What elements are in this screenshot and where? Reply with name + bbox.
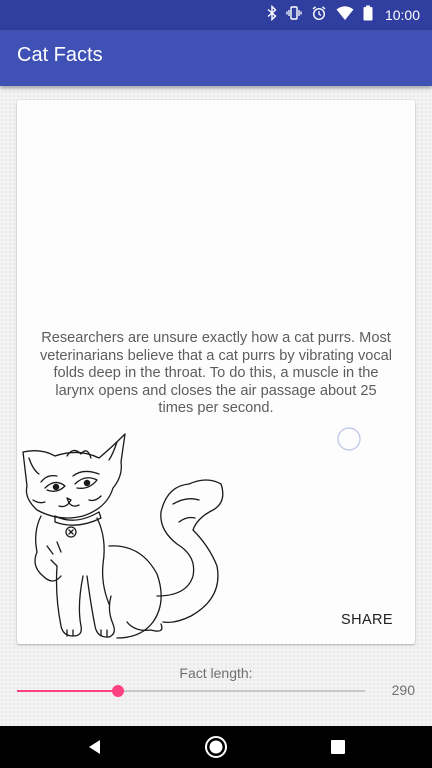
status-bar: 10:00 xyxy=(0,0,432,30)
vibrate-icon xyxy=(286,5,302,25)
bluetooth-icon xyxy=(267,4,277,25)
back-icon[interactable] xyxy=(65,726,125,768)
slider-fill xyxy=(17,690,118,692)
slider-thumb[interactable] xyxy=(111,685,124,697)
app-title: Cat Facts xyxy=(17,44,103,66)
navigation-bar xyxy=(0,726,432,768)
loading-indicator-icon xyxy=(337,427,361,451)
alarm-icon xyxy=(311,5,327,25)
status-time: 10:00 xyxy=(384,7,420,23)
battery-icon xyxy=(363,5,373,25)
recents-icon[interactable] xyxy=(308,726,368,768)
cat-illustration xyxy=(22,433,224,639)
content-area: Researchers are unsure exactly how a cat… xyxy=(0,86,432,726)
home-icon[interactable] xyxy=(186,726,246,768)
fact-card: Researchers are unsure exactly how a cat… xyxy=(17,100,415,644)
fact-text: Researchers are unsure exactly how a cat… xyxy=(39,330,393,417)
share-button[interactable]: SHARE xyxy=(333,606,401,634)
status-icons: 10:00 xyxy=(267,0,420,30)
wifi-icon xyxy=(336,5,354,25)
fact-length-slider[interactable] xyxy=(17,684,365,698)
fact-length-value: 290 xyxy=(391,682,415,698)
fact-length-label: Fact length: xyxy=(179,665,253,681)
app-bar: Cat Facts xyxy=(0,30,432,86)
